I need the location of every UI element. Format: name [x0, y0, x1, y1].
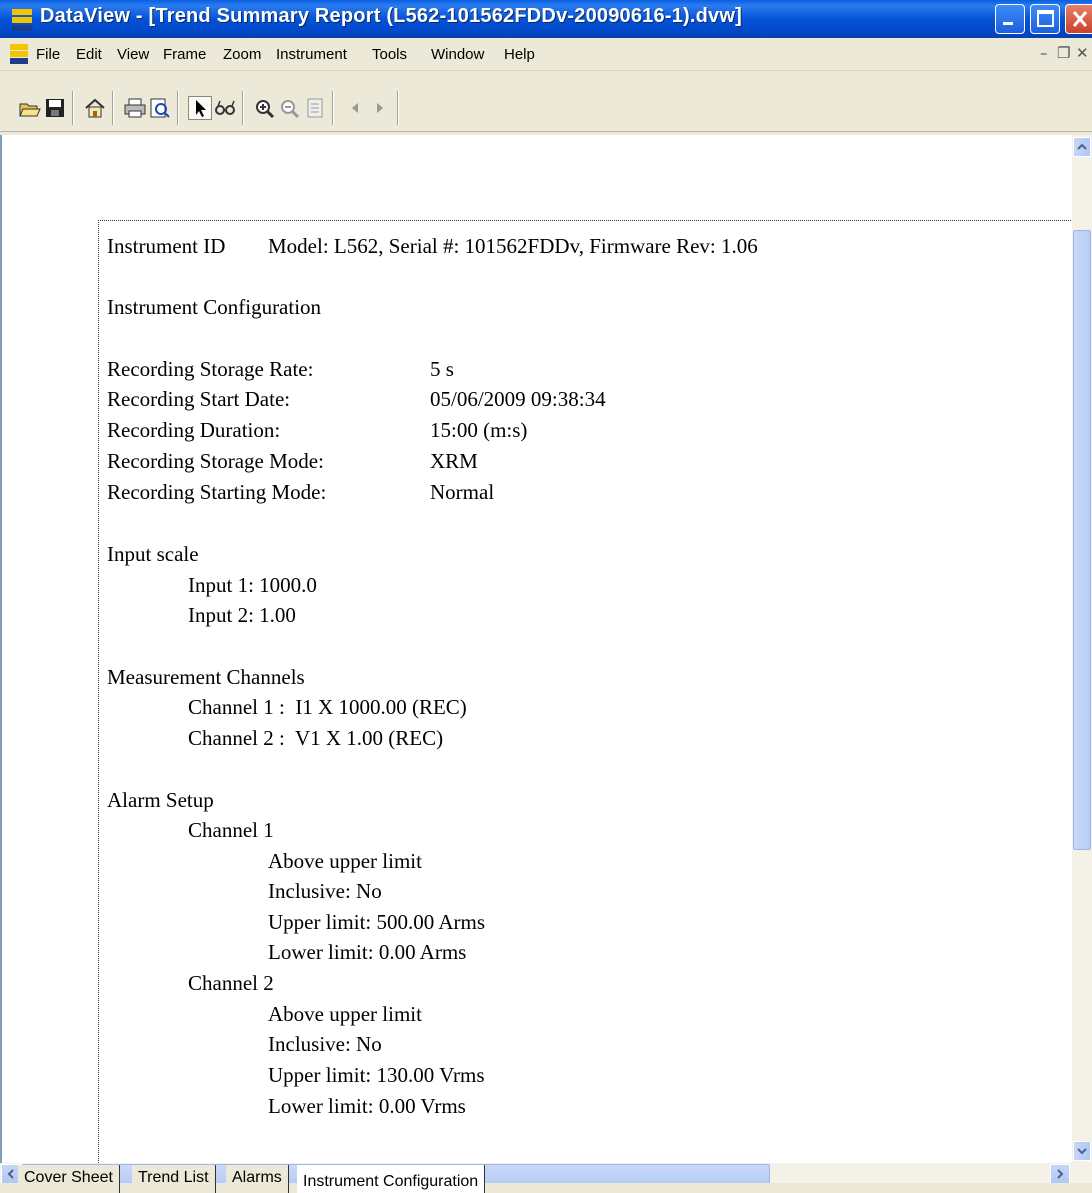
alarm-line: Upper limit: 130.00 Vrms: [268, 1063, 485, 1087]
next-triangle-icon: [377, 103, 383, 113]
save-button[interactable]: [43, 96, 67, 120]
alarm-line: Above upper limit: [268, 849, 422, 873]
tab-trend-list[interactable]: Trend List: [132, 1165, 216, 1193]
chevron-up-icon: [1077, 143, 1087, 150]
print-icon: [124, 98, 146, 118]
config-heading: Instrument Configuration: [107, 295, 322, 319]
arrow-cursor-icon: [196, 100, 206, 117]
minimize-button[interactable]: [995, 4, 1025, 34]
close-icon: [1072, 11, 1088, 27]
scroll-down-button[interactable]: [1073, 1141, 1091, 1161]
home-button[interactable]: [83, 96, 107, 120]
alarm-line: Inclusive: No: [268, 1032, 382, 1056]
toolbar-separator: [177, 91, 179, 125]
config-label: Recording Starting Mode:: [107, 480, 327, 504]
alarm-line: Inclusive: No: [268, 879, 382, 903]
menu-view[interactable]: View: [117, 46, 149, 63]
toolbar-separator: [242, 91, 244, 125]
menu-frame[interactable]: Frame: [163, 46, 206, 63]
channels-heading: Measurement Channels: [107, 665, 305, 689]
zoom-in-icon: [256, 100, 275, 118]
close-button[interactable]: [1065, 4, 1092, 34]
dataview-app-icon: [12, 9, 32, 31]
page-button[interactable]: [303, 96, 327, 120]
alarm-heading: Alarm Setup: [107, 788, 214, 812]
tab-cover-sheet[interactable]: Cover Sheet: [18, 1165, 120, 1193]
config-value: 15:00 (m:s): [430, 418, 528, 442]
vertical-scroll-thumb[interactable]: [1073, 230, 1091, 850]
open-folder-icon: [19, 103, 41, 117]
minimize-icon: [1003, 22, 1013, 25]
chevron-right-icon: [1057, 1169, 1064, 1179]
config-label: Recording Storage Mode:: [107, 449, 324, 473]
select-tool-button[interactable]: [188, 96, 212, 120]
report-page: Instrument ID Model: L562, Serial #: 101…: [98, 220, 1072, 1163]
instrument-id-value: Model: L562, Serial #: 101562FDDv, Firmw…: [268, 234, 758, 258]
vertical-scrollbar[interactable]: [1072, 135, 1092, 1163]
zoom-in-button[interactable]: [253, 96, 277, 120]
glasses-icon: [215, 100, 235, 115]
config-label: Recording Storage Rate:: [107, 357, 314, 381]
zoom-out-button[interactable]: [278, 96, 302, 120]
previous-triangle-icon: [352, 103, 358, 113]
maximize-icon: [1037, 10, 1054, 27]
config-value: 5 s: [430, 357, 454, 381]
tab-instrument-configuration[interactable]: Instrument Configuration: [297, 1165, 486, 1193]
toolbar-separator: [112, 91, 114, 125]
config-label: Recording Start Date:: [107, 387, 291, 411]
scroll-right-button[interactable]: [1050, 1164, 1070, 1184]
alarm-channel-name: Channel 2: [188, 971, 274, 995]
alarm-line: Upper limit: 500.00 Arms: [268, 910, 485, 934]
zoom-out-icon: [281, 100, 300, 118]
glasses-button[interactable]: [213, 96, 237, 120]
open-button[interactable]: [18, 96, 42, 120]
page-icon: [307, 98, 323, 118]
instrument-id-label: Instrument ID: [107, 234, 226, 258]
save-disk-icon: [46, 99, 64, 117]
tab-alarms[interactable]: Alarms: [226, 1165, 289, 1193]
config-value: 05/06/2009 09:38:34: [430, 387, 606, 411]
config-value: XRM: [430, 449, 478, 473]
toolbar-separator: [72, 91, 74, 125]
menu-help[interactable]: Help: [504, 46, 535, 63]
toolbar: [0, 71, 1092, 132]
menu-instrument[interactable]: Instrument: [276, 46, 347, 63]
document-icon[interactable]: [8, 44, 30, 64]
menu-file[interactable]: File: [36, 46, 60, 63]
menu-window[interactable]: Window: [431, 46, 484, 63]
maximize-button[interactable]: [1030, 4, 1060, 34]
config-value: Normal: [430, 480, 495, 504]
window-title: DataView - [Trend Summary Report (L562-1…: [40, 5, 742, 27]
input-scale-item: Input 2: 1.00: [188, 603, 296, 627]
input-scale-item: Input 1: 1000.0: [188, 573, 317, 597]
alarm-line: Lower limit: 0.00 Vrms: [268, 1094, 466, 1118]
report-view[interactable]: Instrument ID Model: L562, Serial #: 101…: [0, 135, 1072, 1163]
alarm-line: Lower limit: 0.00 Arms: [268, 940, 467, 964]
channel-item: Channel 2 : V1 X 1.00 (REC): [188, 726, 444, 750]
menu-zoom[interactable]: Zoom: [223, 46, 261, 63]
menu-bar: File Edit View Frame Zoom Instrument Too…: [0, 38, 1092, 71]
menu-edit[interactable]: Edit: [76, 46, 102, 63]
mdi-close-icon[interactable]: ✕: [1076, 44, 1089, 62]
menu-tools[interactable]: Tools: [372, 46, 407, 63]
toolbar-separator: [332, 91, 334, 125]
mdi-minimize-icon[interactable]: –: [1040, 44, 1048, 62]
scroll-up-button[interactable]: [1073, 137, 1091, 157]
config-label: Recording Duration:: [107, 418, 281, 442]
title-bar[interactable]: DataView - [Trend Summary Report (L562-1…: [0, 0, 1092, 38]
mdi-restore-icon[interactable]: ❐: [1057, 44, 1070, 62]
print-button[interactable]: [123, 96, 147, 120]
alarm-line: Above upper limit: [268, 1002, 422, 1026]
previous-page-button[interactable]: [343, 96, 367, 120]
home-icon: [85, 98, 105, 118]
chevron-down-icon: [1077, 1148, 1087, 1155]
print-preview-button[interactable]: [148, 96, 172, 120]
next-page-button[interactable]: [368, 96, 392, 120]
alarm-channel-name: Channel 1: [188, 818, 274, 842]
print-preview-icon: [150, 98, 170, 118]
toolbar-separator: [397, 91, 399, 125]
input-scale-heading: Input scale: [107, 542, 199, 566]
channel-item: Channel 1 : I1 X 1000.00 (REC): [188, 695, 467, 719]
